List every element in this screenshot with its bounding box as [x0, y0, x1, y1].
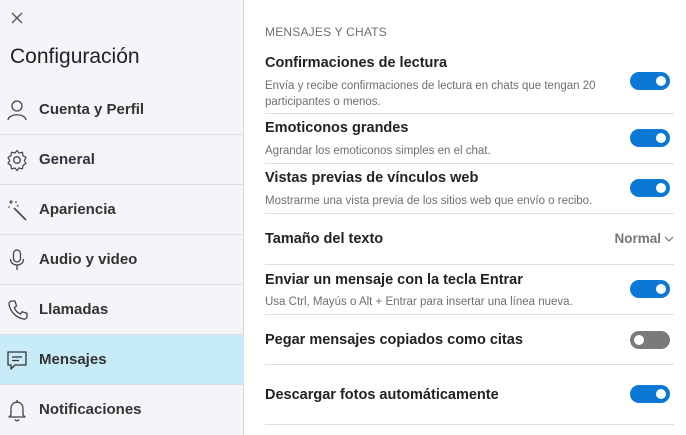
settings-panel: MENSAJES Y CHATS Confirmaciones de lectu… [244, 0, 686, 435]
sidebar-item-label: Audio y video [39, 251, 138, 268]
microphone-icon [9, 249, 25, 270]
sidebar-item-label: Llamadas [39, 301, 109, 318]
toggle-knob [634, 335, 644, 345]
setting-description: Mostrarme una vista previa de los sitios… [265, 195, 593, 207]
gear-icon [7, 149, 27, 172]
sidebar-item-general[interactable]: General [0, 135, 244, 185]
section-title: MENSAJES Y CHATS [265, 25, 387, 39]
setting-title: Enviar un mensaje con la tecla Entrar [265, 272, 523, 288]
toggle-knob [656, 389, 666, 399]
sidebar-item-appearance[interactable]: Apariencia [0, 185, 244, 235]
setting-title: Confirmaciones de lectura [265, 55, 448, 71]
read-receipts-toggle[interactable] [630, 72, 670, 90]
text-size-value: Normal [614, 231, 661, 246]
setting-title: Tamaño del texto [265, 231, 384, 247]
auto-download-photos-toggle[interactable] [630, 385, 670, 403]
person-icon [7, 100, 27, 121]
sidebar-item-audio-video[interactable]: Audio y video [0, 235, 244, 285]
text-size-select[interactable]: Normal [614, 231, 674, 246]
setting-row-link-previews: Vistas previas de vínculos web Mostrarme… [265, 164, 674, 214]
sidebar-item-account[interactable]: Cuenta y Perfil [0, 85, 244, 135]
setting-row-read-receipts: Confirmaciones de lectura Envía y recibe… [265, 52, 674, 114]
phone-icon [8, 300, 28, 320]
sidebar: Configuración Cuenta y Perfil General Ap… [0, 0, 244, 435]
sidebar-item-label: Notificaciones [39, 401, 142, 418]
sidebar-item-label: Apariencia [39, 201, 116, 218]
setting-title: Vistas previas de vínculos web [265, 170, 479, 186]
message-icon [7, 351, 27, 370]
link-previews-toggle[interactable] [630, 179, 670, 197]
setting-description: Usa Ctrl, Mayús o Alt + Entrar para inse… [265, 296, 573, 308]
setting-title: Emoticonos grandes [265, 120, 409, 136]
setting-row-large-emoticons: Emoticonos grandes Agrandar los emoticon… [265, 114, 674, 164]
paste-as-quote-toggle[interactable] [630, 331, 670, 349]
setting-row-paste-as-quote: Pegar mensajes copiados como citas [265, 315, 674, 365]
toggle-knob [656, 183, 666, 193]
toggle-knob [656, 284, 666, 294]
setting-description: Envía y recibe confirmaciones de lectura… [265, 80, 596, 108]
sidebar-item-label: Mensajes [39, 351, 107, 368]
setting-row-enter-to-send: Enviar un mensaje con la tecla Entrar Us… [265, 265, 674, 315]
close-icon[interactable] [8, 9, 26, 27]
setting-title: Descargar fotos automáticamente [265, 387, 499, 403]
setting-row-text-size: Tamaño del texto Normal [265, 214, 674, 265]
large-emoticons-toggle[interactable] [630, 129, 670, 147]
page-title: Configuración [10, 45, 140, 68]
sidebar-item-label: General [39, 151, 95, 168]
toggle-knob [656, 76, 666, 86]
setting-description: Agrandar los emoticonos simples en el ch… [265, 145, 491, 157]
chevron-down-icon [664, 237, 674, 243]
setting-title: Pegar mensajes copiados como citas [265, 332, 523, 348]
sidebar-nav: Cuenta y Perfil General Apariencia Audio… [0, 85, 244, 435]
sidebar-item-messages[interactable]: Mensajes [0, 335, 244, 385]
sidebar-item-label: Cuenta y Perfil [39, 101, 145, 118]
setting-row-auto-download-photos: Descargar fotos automáticamente [265, 365, 674, 425]
enter-to-send-toggle[interactable] [630, 280, 670, 298]
toggle-knob [656, 133, 666, 143]
sidebar-item-notifications[interactable]: Notificaciones [0, 385, 244, 435]
sidebar-item-calls[interactable]: Llamadas [0, 285, 244, 335]
magic-wand-icon [8, 200, 27, 221]
bell-icon [8, 400, 26, 422]
